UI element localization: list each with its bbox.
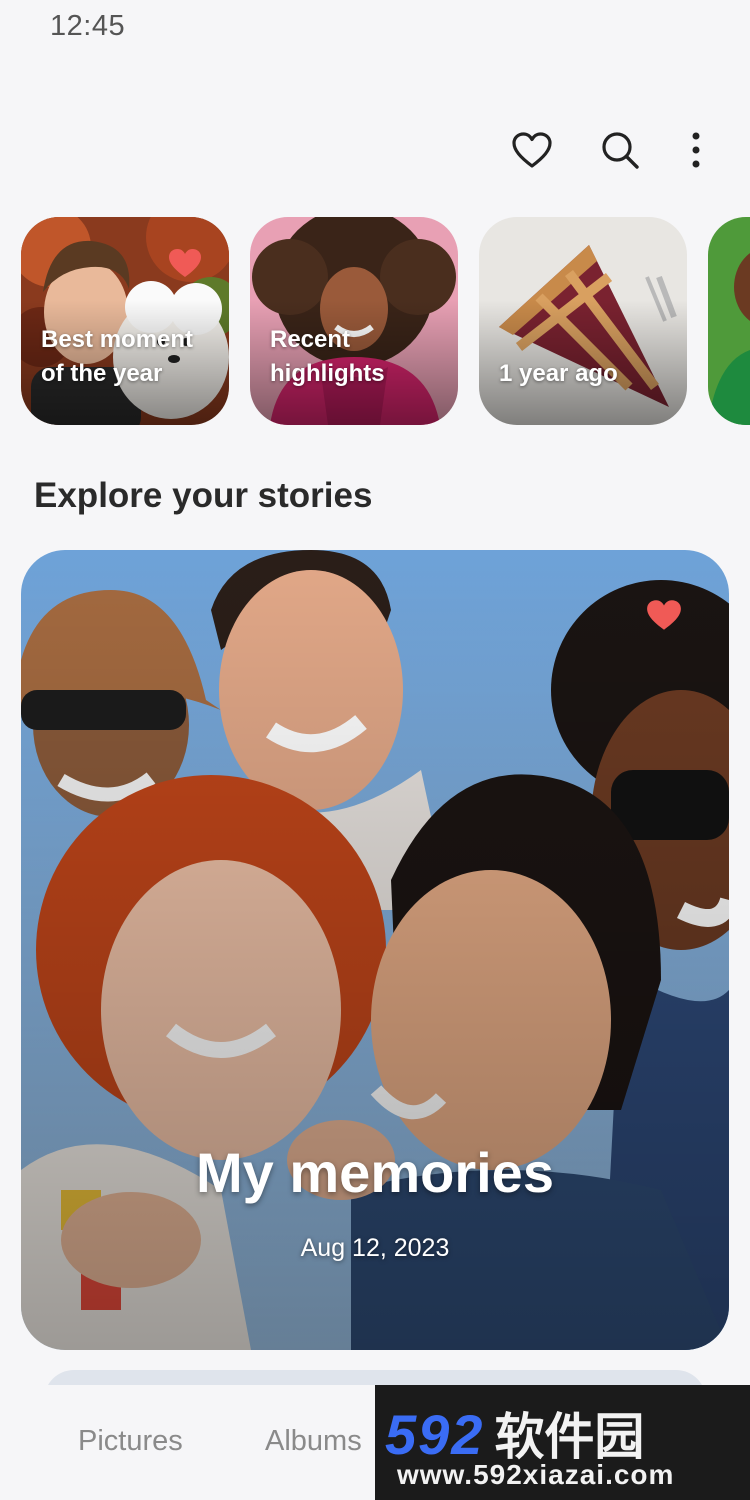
favorite-heart-icon <box>647 600 681 630</box>
more-options-button[interactable] <box>686 128 706 172</box>
highlight-card-best-moment[interactable]: Best moment of the year <box>21 217 229 425</box>
section-title: Explore your stories <box>34 476 373 515</box>
story-card-my-memories[interactable] <box>21 550 729 1350</box>
watermark-overlay: 592 软件园 www.592xiazai.com <box>375 1385 750 1500</box>
highlight-card-partial[interactable] <box>708 217 750 425</box>
highlight-card-recent[interactable]: Recent highlights <box>250 217 458 425</box>
highlight-label: Recent highlights <box>270 326 385 387</box>
search-icon <box>602 132 639 169</box>
person-green-image <box>708 217 750 425</box>
more-vertical-icon <box>692 132 700 168</box>
favorite-heart-icon <box>169 249 201 277</box>
watermark-number: 592 <box>385 1403 485 1466</box>
header-actions <box>510 128 706 172</box>
search-button[interactable] <box>598 128 642 172</box>
highlights-carousel[interactable]: Best moment of the year Recent highlight… <box>21 217 750 425</box>
tab-albums[interactable]: Albums <box>265 1425 362 1458</box>
highlight-card-year-ago[interactable]: 1 year ago <box>479 217 687 425</box>
tab-pictures[interactable]: Pictures <box>78 1425 183 1458</box>
friends-selfie-image <box>21 550 729 1350</box>
heart-outline-icon <box>512 132 552 168</box>
highlight-label: Best moment of the year <box>41 326 194 387</box>
highlight-label: 1 year ago <box>499 360 618 387</box>
favorites-button[interactable] <box>510 128 554 172</box>
status-time: 12:45 <box>50 10 126 42</box>
watermark-url: www.592xiazai.com <box>397 1459 675 1490</box>
story-date: Aug 12, 2023 <box>300 1234 450 1262</box>
story-title: My memories <box>196 1141 554 1204</box>
